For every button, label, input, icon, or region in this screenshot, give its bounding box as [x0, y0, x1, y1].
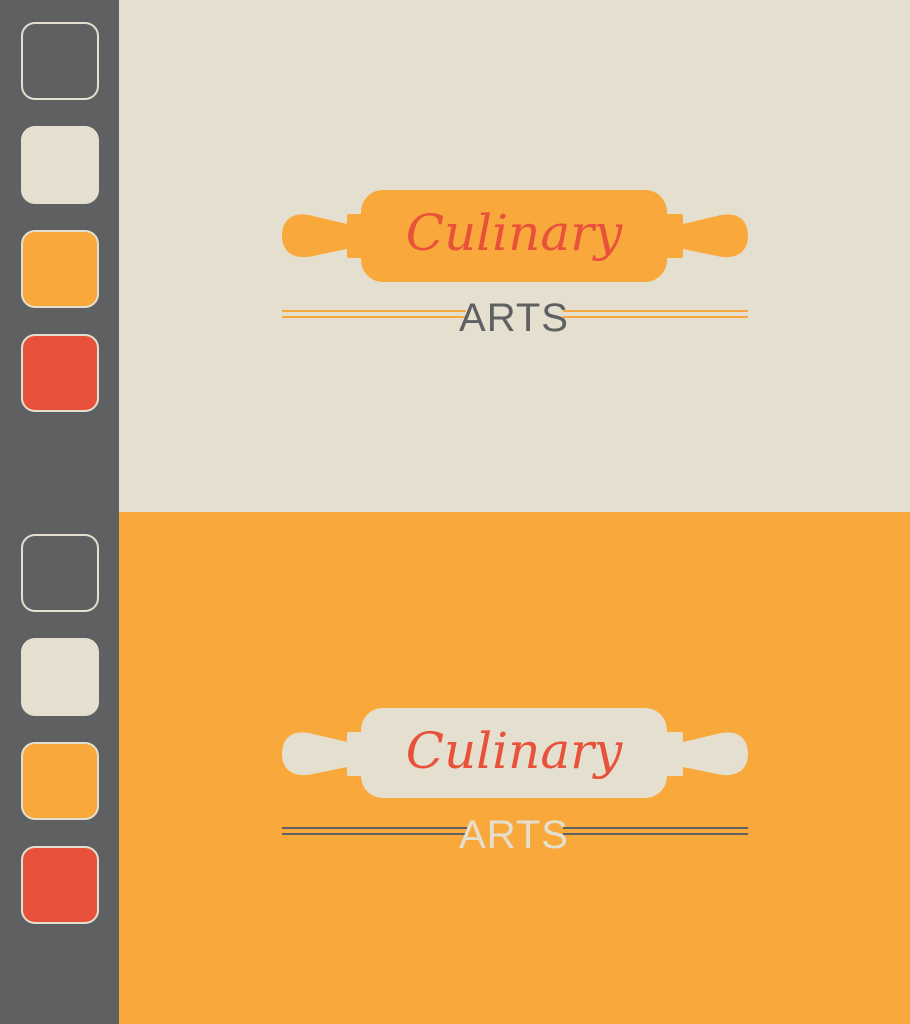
logo-script-text: Culinary — [406, 204, 623, 262]
logo-panel-orange: Culinary ARTS — [119, 512, 910, 1024]
swatch-charcoal[interactable] — [21, 534, 99, 612]
logo-arts-text: ARTS — [459, 813, 569, 857]
swatch-orange[interactable] — [21, 742, 99, 820]
logo-panel-light: Culinary ARTS — [119, 0, 910, 512]
swatch-red[interactable] — [21, 334, 99, 412]
swatch-orange[interactable] — [21, 230, 99, 308]
culinary-arts-logo: Culinary ARTS — [282, 190, 748, 340]
logo-arts-text: ARTS — [459, 296, 569, 340]
swatch-red[interactable] — [21, 846, 99, 924]
palette-sidebar — [0, 0, 119, 1024]
swatch-cream[interactable] — [21, 126, 99, 204]
logo-script-text: Culinary — [406, 722, 623, 780]
culinary-arts-logo: Culinary ARTS — [282, 708, 748, 857]
swatch-charcoal[interactable] — [21, 22, 99, 100]
swatch-cream[interactable] — [21, 638, 99, 716]
